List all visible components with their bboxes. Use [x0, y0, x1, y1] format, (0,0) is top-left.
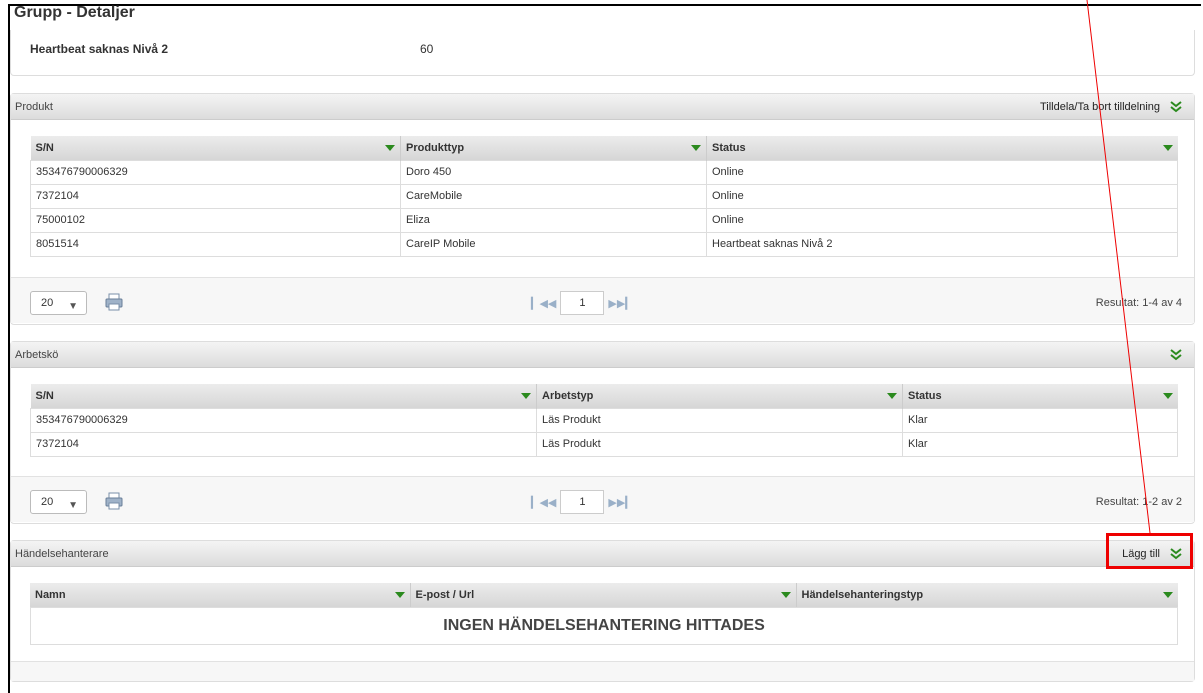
panel-arbetsko: Arbetskö S/N Arbetstyp Status 3534767900… [10, 341, 1195, 524]
chevron-down-icon: ▼ [68, 500, 78, 511]
first-page-icon[interactable]: ▎◀◀ [531, 297, 556, 310]
first-page-icon[interactable]: ▎◀◀ [531, 496, 556, 509]
printer-icon[interactable] [103, 490, 125, 512]
pager-nav: ▎◀◀ 1 ▶▶▎ [531, 490, 634, 514]
pager-bar: 20 ▼ ▎◀◀ 1 ▶▶▎ Resultat: 1-4 av 4 [11, 277, 1194, 323]
table-row[interactable]: 353476790006329 Doro 450 Online [30, 159, 1178, 185]
panel-handelse: Händelsehanterare Lägg till Namn E-post … [10, 540, 1195, 682]
panel-produkt: Produkt Tilldela/Ta bort tilldelning S/N… [10, 93, 1195, 325]
page-input[interactable]: 1 [560, 291, 605, 315]
result-count: Resultat: 1-4 av 4 [1095, 297, 1182, 309]
sort-icon [1162, 144, 1173, 151]
page-size-select[interactable]: 20 ▼ [30, 490, 87, 514]
chevron-down-icon: ▼ [68, 301, 78, 312]
column-header-email-url[interactable]: E-post / Url [410, 583, 797, 607]
column-header-sn[interactable]: S/N [30, 384, 537, 408]
expand-icon[interactable] [1168, 347, 1184, 363]
page-input[interactable]: 1 [560, 490, 605, 514]
table-row[interactable]: 7372104 Läs Produkt Klar [30, 431, 1178, 457]
column-header-worktype[interactable]: Arbetstyp [536, 384, 903, 408]
panel-header-produkt: Produkt Tilldela/Ta bort tilldelning [11, 94, 1194, 120]
last-page-icon[interactable]: ▶▶▎ [608, 297, 633, 310]
event-handler-table: Namn E-post / Url Händelsehanteringstyp [30, 583, 1178, 607]
panel-actions [1168, 347, 1184, 363]
panel-title: Arbetskö [15, 349, 59, 361]
product-table: S/N Produkttyp Status 353476790006329 Dor… [30, 136, 1178, 257]
column-header-event-type[interactable]: Händelsehanteringstyp [796, 583, 1178, 607]
table-row[interactable]: 75000102 Eliza Online [30, 207, 1178, 233]
table-row[interactable]: 7372104 CareMobile Online [30, 183, 1178, 209]
column-header-name[interactable]: Namn [30, 583, 411, 607]
panel-title: Produkt [15, 101, 53, 113]
sort-icon [1163, 592, 1173, 598]
panel-header-arbetsko: Arbetskö [11, 342, 1194, 368]
sort-icon [385, 144, 395, 151]
pager-bar: 20 ▼ ▎◀◀ 1 ▶▶▎ Resultat: 1-2 av 2 [11, 476, 1194, 522]
sort-icon [887, 392, 897, 399]
sort-icon [394, 592, 405, 598]
column-header-type[interactable]: Produkttyp [400, 136, 707, 160]
annotation-highlight-box [1106, 533, 1193, 569]
table-row[interactable]: 8051514 CareIP Mobile Heartbeat saknas Niv… [30, 231, 1178, 257]
page-size-select[interactable]: 20 ▼ [30, 291, 87, 315]
sort-icon [691, 144, 701, 151]
empty-message: INGEN HÄNDELSEHANTERING HITTADES [30, 607, 1178, 645]
printer-icon[interactable] [103, 291, 125, 313]
panel-title: Händelsehanterare [15, 548, 109, 560]
result-count: Resultat: 1-2 av 2 [1095, 496, 1182, 508]
workqueue-table: S/N Arbetstyp Status 353476790006329 Läs … [30, 384, 1178, 457]
assign-link[interactable]: Tilldela/Ta bort tilldelning [1040, 101, 1160, 113]
column-header-status[interactable]: Status [706, 136, 1178, 160]
column-header-status[interactable]: Status [902, 384, 1178, 408]
detail-value: 60 [420, 42, 434, 56]
sort-icon [521, 392, 531, 399]
panel-header-handelse: Händelsehanterare Lägg till [11, 541, 1194, 567]
detail-label: Heartbeat saknas Nivå 2 [30, 42, 169, 56]
table-row[interactable]: 353476790006329 Läs Produkt Klar [30, 407, 1178, 433]
pager-bar [11, 661, 1194, 681]
detail-box [10, 30, 1195, 76]
sort-icon [780, 592, 791, 598]
last-page-icon[interactable]: ▶▶▎ [608, 496, 633, 509]
sort-icon [1162, 392, 1173, 399]
column-header-sn[interactable]: S/N [30, 136, 401, 160]
pager-nav: ▎◀◀ 1 ▶▶▎ [531, 291, 634, 315]
panel-actions: Tilldela/Ta bort tilldelning [1040, 99, 1184, 115]
expand-icon[interactable] [1168, 99, 1184, 115]
page-title: Grupp - Detaljer [14, 4, 135, 21]
